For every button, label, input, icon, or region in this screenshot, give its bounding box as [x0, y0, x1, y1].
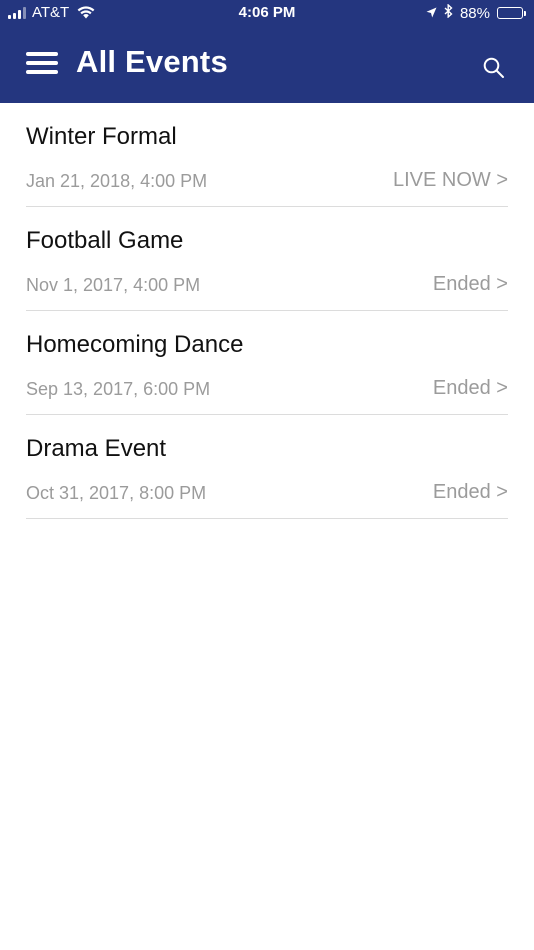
- event-name: Homecoming Dance: [26, 331, 244, 358]
- bluetooth-icon: [444, 3, 453, 22]
- page-title: All Events: [76, 44, 228, 79]
- status-right: 88%: [426, 3, 526, 22]
- hamburger-menu-icon[interactable]: [26, 52, 58, 74]
- event-status: LIVE NOW >: [392, 169, 508, 191]
- event-status: Ended >: [432, 377, 508, 399]
- battery-percent: 88%: [459, 4, 490, 22]
- event-name: Drama Event: [26, 435, 167, 462]
- event-list: Winter Formal Jan 21, 2018, 4:00 PM LIVE…: [0, 103, 534, 519]
- status-bar: AT&T 4:06 PM 88%: [0, 0, 534, 28]
- event-date: Nov 1, 2017, 4:00 PM: [26, 275, 201, 295]
- event-date: Jan 21, 2018, 4:00 PM: [26, 171, 208, 191]
- event-row-football-game[interactable]: Football Game Nov 1, 2017, 4:00 PM Ended…: [26, 207, 508, 311]
- event-status: Ended >: [432, 273, 508, 295]
- event-row-drama-event[interactable]: Drama Event Oct 31, 2017, 8:00 PM Ended …: [26, 415, 508, 519]
- event-name: Winter Formal: [26, 123, 177, 150]
- battery-icon: [497, 7, 526, 19]
- search-icon[interactable]: [482, 56, 506, 80]
- event-row-winter-formal[interactable]: Winter Formal Jan 21, 2018, 4:00 PM LIVE…: [26, 103, 508, 207]
- location-icon: [426, 5, 437, 22]
- event-date: Sep 13, 2017, 6:00 PM: [26, 379, 211, 399]
- app-screen: AT&T 4:06 PM 88% All Events Winter Forma…: [0, 0, 534, 950]
- event-name: Football Game: [26, 227, 184, 254]
- header-bar: AT&T 4:06 PM 88% All Events: [0, 0, 534, 103]
- event-row-homecoming-dance[interactable]: Homecoming Dance Sep 13, 2017, 6:00 PM E…: [26, 311, 508, 415]
- event-status: Ended >: [432, 481, 508, 503]
- event-date: Oct 31, 2017, 8:00 PM: [26, 483, 207, 503]
